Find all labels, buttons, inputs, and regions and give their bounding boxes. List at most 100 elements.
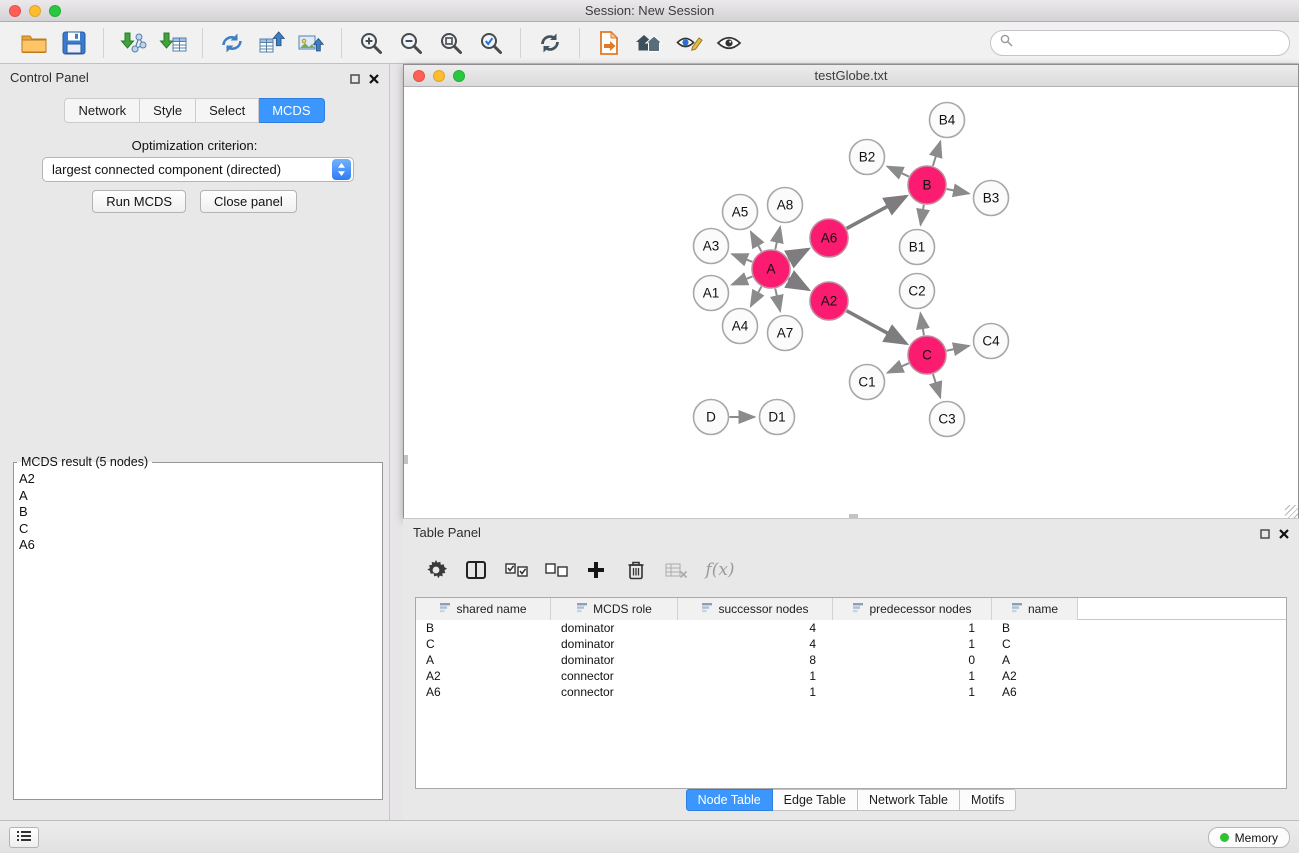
graph-node-B[interactable]: B bbox=[908, 166, 946, 204]
table-cell[interactable]: A bbox=[992, 652, 1078, 668]
tab-motifs[interactable]: Motifs bbox=[960, 789, 1016, 811]
zoom-window-button[interactable] bbox=[49, 5, 61, 17]
graph-node-B3[interactable]: B3 bbox=[974, 181, 1009, 216]
zoom-fit-icon[interactable] bbox=[431, 26, 471, 60]
close-window-button[interactable] bbox=[9, 5, 21, 17]
graph-edge-B-B3[interactable] bbox=[947, 189, 969, 194]
table-row[interactable]: Cdominator41C bbox=[416, 636, 1286, 652]
export-network-icon[interactable] bbox=[212, 26, 252, 60]
float-panel-icon[interactable] bbox=[350, 71, 360, 89]
graph-edge-A-A2[interactable] bbox=[789, 279, 808, 290]
search-box[interactable] bbox=[990, 30, 1290, 56]
delete-row-icon[interactable] bbox=[617, 552, 655, 588]
table-cell[interactable]: A bbox=[416, 652, 551, 668]
add-row-icon[interactable] bbox=[577, 552, 615, 588]
graph-edge-C-C4[interactable] bbox=[947, 346, 969, 351]
table-cell[interactable]: B bbox=[416, 620, 551, 636]
home-icon[interactable] bbox=[629, 26, 669, 60]
tab-network-table[interactable]: Network Table bbox=[858, 789, 960, 811]
table-row[interactable]: Adominator80A bbox=[416, 652, 1286, 668]
graph-edge-A6-B[interactable] bbox=[847, 196, 906, 228]
zoom-selected-icon[interactable] bbox=[471, 26, 511, 60]
graph-node-A4[interactable]: A4 bbox=[723, 309, 758, 344]
column-header-predecessor-nodes[interactable]: predecessor nodes bbox=[833, 598, 992, 620]
table-cell[interactable]: 1 bbox=[678, 684, 833, 700]
table-row[interactable]: Bdominator41B bbox=[416, 620, 1286, 636]
graph-edge-C-C2[interactable] bbox=[920, 313, 923, 335]
close-panel-icon[interactable] bbox=[1279, 526, 1289, 544]
deselect-all-icon[interactable] bbox=[537, 552, 575, 588]
graph-edge-A-A3[interactable] bbox=[732, 254, 752, 262]
graph-node-A6[interactable]: A6 bbox=[810, 219, 848, 257]
table-cell[interactable]: dominator bbox=[551, 636, 678, 652]
table-cell[interactable]: A6 bbox=[416, 684, 551, 700]
tab-node-table[interactable]: Node Table bbox=[686, 789, 773, 811]
tab-style[interactable]: Style bbox=[140, 98, 196, 123]
column-header-shared-name[interactable]: shared name bbox=[416, 598, 551, 620]
graph-edge-A2-C[interactable] bbox=[847, 311, 906, 344]
save-session-icon[interactable] bbox=[54, 26, 94, 60]
export-document-icon[interactable] bbox=[589, 26, 629, 60]
export-table-icon[interactable] bbox=[252, 26, 292, 60]
table-cell[interactable]: A2 bbox=[416, 668, 551, 684]
minimize-network-window-button[interactable] bbox=[433, 70, 445, 82]
graph-edge-B-B2[interactable] bbox=[887, 167, 908, 177]
window-resize-grip-icon[interactable] bbox=[1285, 505, 1298, 518]
graph-node-D1[interactable]: D1 bbox=[760, 400, 795, 435]
graph-edge-C-C1[interactable] bbox=[888, 363, 909, 373]
graph-node-A[interactable]: A bbox=[752, 250, 790, 288]
close-network-window-button[interactable] bbox=[413, 70, 425, 82]
graph-node-A8[interactable]: A8 bbox=[768, 188, 803, 223]
table-cell[interactable]: A6 bbox=[992, 684, 1078, 700]
eye-edit-icon[interactable] bbox=[669, 26, 709, 60]
run-mcds-button[interactable]: Run MCDS bbox=[92, 190, 186, 213]
column-header-name[interactable]: name bbox=[992, 598, 1078, 620]
graph-node-D[interactable]: D bbox=[694, 400, 729, 435]
tab-select[interactable]: Select bbox=[196, 98, 259, 123]
table-row[interactable]: A6connector11A6 bbox=[416, 684, 1286, 700]
graph-node-B1[interactable]: B1 bbox=[900, 230, 935, 265]
network-canvas[interactable]: B4B2BB3A5A8A6B1A3AC2A1A2A4A7C4CC1C3DD1 bbox=[404, 87, 1298, 518]
graph-node-C[interactable]: C bbox=[908, 336, 946, 374]
column-layout-icon[interactable] bbox=[457, 552, 495, 588]
tab-edge-table[interactable]: Edge Table bbox=[773, 789, 858, 811]
delete-table-icon[interactable] bbox=[657, 552, 695, 588]
import-table-icon[interactable] bbox=[153, 26, 193, 60]
graph-node-C1[interactable]: C1 bbox=[850, 365, 885, 400]
graph-node-A7[interactable]: A7 bbox=[768, 316, 803, 351]
graph-node-A3[interactable]: A3 bbox=[694, 229, 729, 264]
network-graph[interactable]: B4B2BB3A5A8A6B1A3AC2A1A2A4A7C4CC1C3DD1 bbox=[404, 87, 1298, 518]
tab-network[interactable]: Network bbox=[64, 98, 140, 123]
graph-edge-A-A5[interactable] bbox=[751, 232, 762, 252]
close-panel-icon[interactable] bbox=[369, 71, 379, 89]
table-cell[interactable]: 1 bbox=[678, 668, 833, 684]
show-panels-button[interactable] bbox=[9, 827, 39, 848]
float-panel-icon[interactable] bbox=[1260, 526, 1270, 544]
table-cell[interactable]: 1 bbox=[833, 636, 992, 652]
open-file-icon[interactable] bbox=[14, 26, 54, 60]
zoom-out-icon[interactable] bbox=[391, 26, 431, 60]
table-cell[interactable]: 0 bbox=[833, 652, 992, 668]
mcds-result-item[interactable]: A2 bbox=[19, 471, 377, 488]
table-cell[interactable]: connector bbox=[551, 668, 678, 684]
graph-node-C4[interactable]: C4 bbox=[974, 324, 1009, 359]
import-network-icon[interactable] bbox=[113, 26, 153, 60]
table-cell[interactable]: B bbox=[992, 620, 1078, 636]
apply-layout-icon[interactable] bbox=[530, 26, 570, 60]
table-cell[interactable]: dominator bbox=[551, 652, 678, 668]
table-row[interactable]: A2connector11A2 bbox=[416, 668, 1286, 684]
table-cell[interactable]: C bbox=[992, 636, 1078, 652]
settings-gear-icon[interactable] bbox=[417, 552, 455, 588]
graph-edge-C-C3[interactable] bbox=[933, 374, 940, 397]
function-builder-icon[interactable]: f(x) bbox=[697, 552, 743, 588]
mcds-result-item[interactable]: B bbox=[19, 504, 377, 521]
table-cell[interactable]: dominator bbox=[551, 620, 678, 636]
graph-node-C3[interactable]: C3 bbox=[930, 402, 965, 437]
graph-edge-A-A6[interactable] bbox=[789, 249, 808, 259]
graph-edge-A-A8[interactable] bbox=[775, 227, 780, 249]
graph-edge-B-B1[interactable] bbox=[921, 205, 924, 225]
minimize-window-button[interactable] bbox=[29, 5, 41, 17]
table-cell[interactable]: C bbox=[416, 636, 551, 652]
network-window-titlebar[interactable]: testGlobe.txt bbox=[404, 65, 1298, 87]
mcds-result-list[interactable]: A2ABCA6 bbox=[14, 469, 382, 556]
